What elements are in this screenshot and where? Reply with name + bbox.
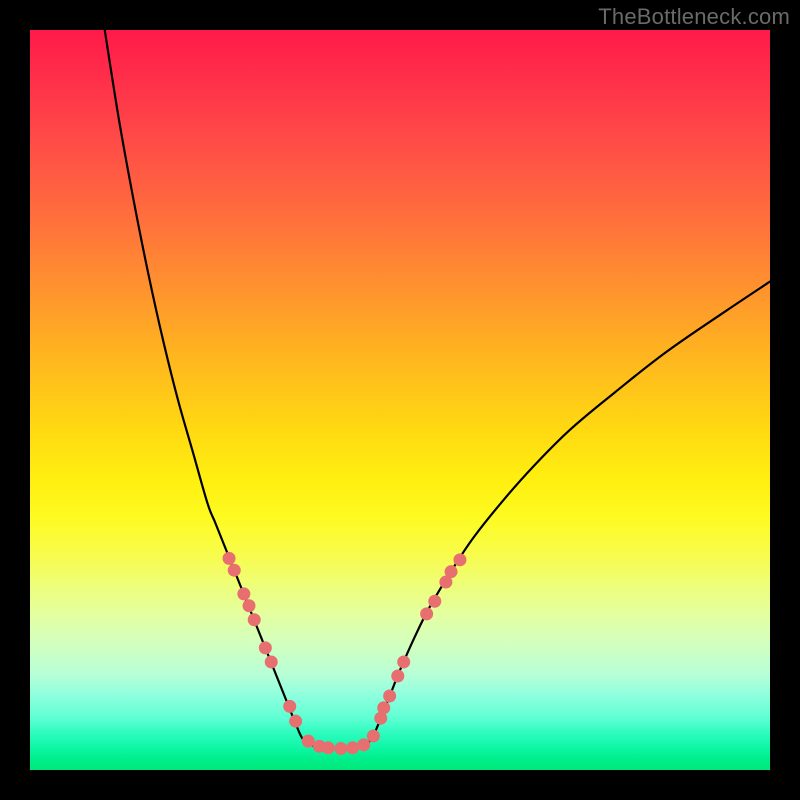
marker-right-7 bbox=[428, 595, 441, 608]
marker-right-4 bbox=[391, 670, 404, 683]
marker-right-2 bbox=[377, 701, 390, 714]
marker-right-6 bbox=[420, 607, 433, 620]
marker-left-0 bbox=[223, 552, 236, 565]
marker-left-6 bbox=[265, 655, 278, 668]
marker-left-1 bbox=[228, 564, 241, 577]
marker-floor-4 bbox=[357, 738, 370, 751]
curve-svg bbox=[30, 30, 770, 770]
marker-left-4 bbox=[248, 613, 261, 626]
marker-left-2 bbox=[237, 587, 250, 600]
marker-right-3 bbox=[383, 690, 396, 703]
marker-floor-3 bbox=[346, 741, 359, 754]
marker-right-10 bbox=[453, 553, 466, 566]
marker-left-7 bbox=[283, 700, 296, 713]
marker-right-5 bbox=[397, 655, 410, 668]
marker-left-8 bbox=[289, 715, 302, 728]
marker-floor-2 bbox=[334, 742, 347, 755]
marker-right-0 bbox=[367, 729, 380, 742]
marker-left-9 bbox=[302, 735, 315, 748]
plot-area bbox=[30, 30, 770, 770]
chart-frame: TheBottleneck.com bbox=[0, 0, 800, 800]
bottleneck-curve bbox=[105, 30, 770, 749]
marker-left-3 bbox=[243, 599, 256, 612]
marker-floor-1 bbox=[322, 741, 335, 754]
watermark-label: TheBottleneck.com bbox=[598, 4, 790, 30]
marker-left-5 bbox=[259, 641, 272, 654]
marker-right-9 bbox=[445, 565, 458, 578]
